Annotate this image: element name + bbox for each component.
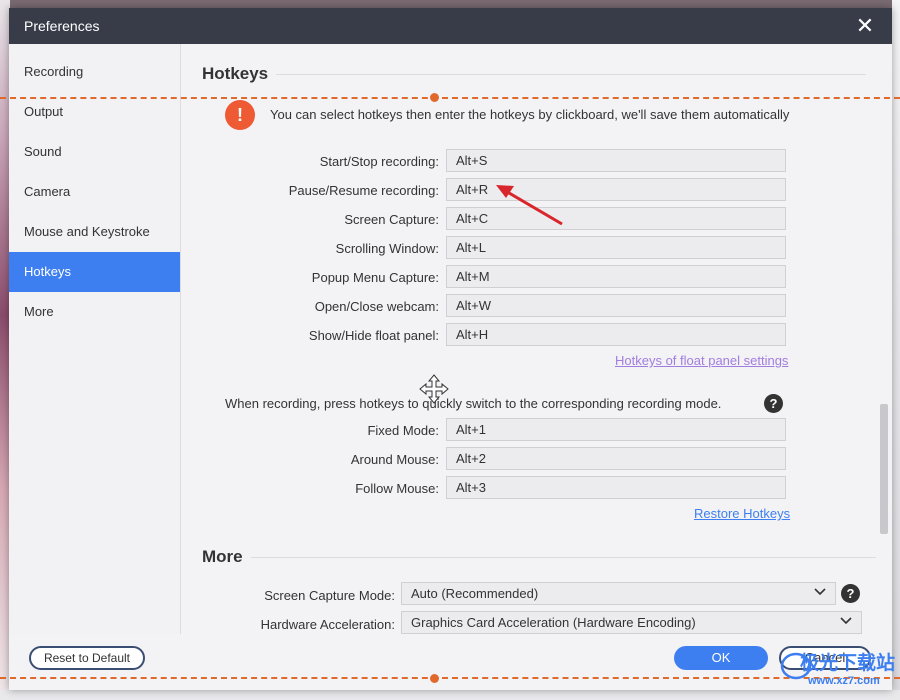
- sidebar-item-more[interactable]: More: [9, 292, 180, 332]
- annotation-dashed-line: [0, 677, 900, 679]
- hotkey-scrolling-window-input[interactable]: [446, 236, 786, 259]
- titlebar: Preferences ✕: [9, 8, 892, 44]
- mode-label: Fixed Mode:: [367, 423, 439, 438]
- ok-button[interactable]: OK: [674, 646, 768, 670]
- select-value: Graphics Card Acceleration (Hardware Enc…: [411, 615, 696, 630]
- annotation-dot: [430, 93, 439, 102]
- hotkey-label: Scrolling Window:: [335, 241, 439, 256]
- background-app-bottom: [0, 690, 900, 700]
- settings-content: Hotkeys ! You can select hotkeys then en…: [181, 44, 881, 634]
- question-icon[interactable]: ?: [841, 584, 860, 603]
- float-panel-settings-link[interactable]: Hotkeys of float panel settings: [615, 353, 788, 368]
- hotkey-fixed-mode-input[interactable]: [446, 418, 786, 441]
- annotation-arrow-icon: [496, 185, 563, 226]
- mode-label: Follow Mouse:: [355, 481, 439, 496]
- annotation-dashed-line: [0, 97, 900, 99]
- screen-capture-mode-select[interactable]: Auto (Recommended): [401, 582, 836, 605]
- select-value: Auto (Recommended): [411, 586, 539, 601]
- restore-hotkeys-link[interactable]: Restore Hotkeys: [694, 506, 790, 521]
- sidebar-item-recording[interactable]: Recording: [9, 52, 180, 92]
- hotkey-label: Screen Capture:: [344, 212, 439, 227]
- hotkey-label: Open/Close webcam:: [314, 299, 439, 314]
- hotkey-label: Start/Stop recording:: [319, 154, 439, 169]
- hotkey-webcam-input[interactable]: [446, 294, 786, 317]
- watermark-text: 极光下载站: [800, 652, 896, 674]
- move-cursor-icon: [419, 374, 449, 404]
- annotation-dot: [430, 674, 439, 683]
- hotkey-label: Popup Menu Capture:: [311, 270, 439, 285]
- close-icon[interactable]: ✕: [855, 15, 875, 37]
- hardware-acceleration-select[interactable]: Graphics Card Acceleration (Hardware Enc…: [401, 611, 862, 634]
- hotkey-start-stop-input[interactable]: [446, 149, 786, 172]
- hotkey-around-mouse-input[interactable]: [446, 447, 786, 470]
- watermark-url: www.xz7.com: [808, 675, 880, 687]
- background-app-right: [892, 0, 900, 700]
- section-divider: [276, 74, 866, 75]
- sidebar-item-camera[interactable]: Camera: [9, 172, 180, 212]
- dialog-footer: Reset to Default OK Cancel: [9, 634, 892, 690]
- scrollbar-track[interactable]: [880, 44, 892, 634]
- hotkeys-notice: You can select hotkeys then enter the ho…: [270, 107, 790, 122]
- sidebar-item-sound[interactable]: Sound: [9, 132, 180, 172]
- screen-capture-mode-label: Screen Capture Mode:: [264, 588, 395, 603]
- hotkey-popup-menu-input[interactable]: [446, 265, 786, 288]
- hotkey-label: Show/Hide float panel:: [308, 328, 439, 343]
- hotkey-label: Pause/Resume recording:: [288, 183, 439, 198]
- hotkeys-section-title: Hotkeys: [202, 64, 269, 83]
- exclamation-icon: !: [225, 100, 255, 130]
- section-divider: [251, 557, 876, 558]
- chevron-down-icon: [813, 585, 827, 602]
- hotkey-follow-mouse-input[interactable]: [446, 476, 786, 499]
- mode-hint: When recording, press hotkeys to quickly…: [225, 396, 722, 411]
- dialog-title: Preferences: [24, 18, 100, 34]
- hardware-acceleration-label: Hardware Acceleration:: [260, 617, 395, 632]
- sidebar: Recording Output Sound Camera Mouse and …: [9, 44, 181, 634]
- hotkey-float-panel-input[interactable]: [446, 323, 786, 346]
- reset-to-default-button[interactable]: Reset to Default: [29, 646, 145, 670]
- scrollbar-thumb[interactable]: [880, 404, 888, 534]
- sidebar-item-hotkeys[interactable]: Hotkeys: [9, 252, 180, 292]
- preferences-dialog: Preferences ✕ Recording Output Sound Cam…: [9, 8, 892, 690]
- question-icon[interactable]: ?: [764, 394, 783, 413]
- sidebar-item-mouse-keystroke[interactable]: Mouse and Keystroke: [9, 212, 180, 252]
- mode-label: Around Mouse:: [350, 452, 439, 467]
- more-section-title: More: [202, 547, 243, 566]
- chevron-down-icon: [839, 614, 853, 631]
